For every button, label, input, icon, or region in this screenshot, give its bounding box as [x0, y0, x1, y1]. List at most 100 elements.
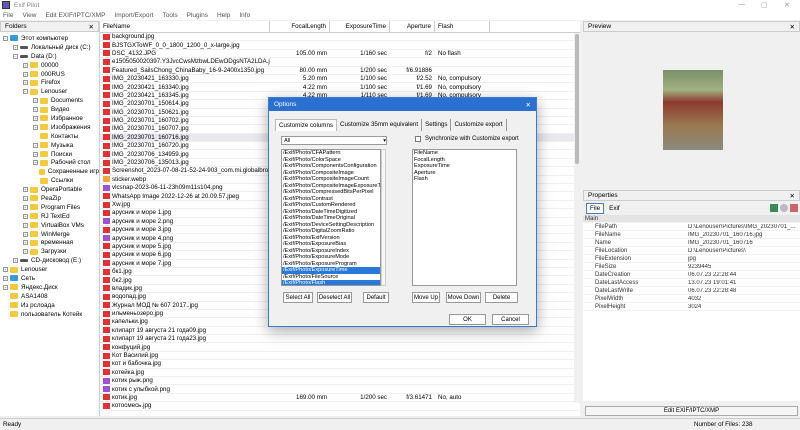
deselect-all-button[interactable]: Deselect All [317, 292, 352, 303]
sync-checkbox[interactable]: Synchronize with Customize export [415, 136, 519, 142]
tab-settings[interactable]: Settings [422, 119, 452, 131]
available-field-item[interactable]: /Exif/Photo/CompressedBitsPerPixel [282, 189, 380, 196]
table-row[interactable]: IMG_20230421_163340.jpg 4.22 mm 1/100 sec f… [100, 83, 580, 92]
table-row[interactable]: DSC_4132.JPG 105.00 mm 1/160 sec f/2 No flas… [100, 50, 580, 59]
tree-item[interactable]: + Загрузки [0, 247, 99, 256]
tree-item[interactable]: +00000 [0, 61, 99, 70]
tree-item[interactable]: + RJ TextEd [0, 212, 99, 221]
property-row[interactable]: FileName IMG_20230701_160716.jpg [583, 231, 800, 239]
file-list-scrollbar[interactable] [574, 33, 580, 403]
expand-toggle-icon[interactable]: + [33, 107, 38, 113]
table-row[interactable]: котик с улыбкой.png [100, 385, 580, 394]
property-row[interactable]: FilePath D:\Lenouser\Pictures\IMG_2023070… [583, 223, 800, 231]
tree-item[interactable]: + Изображения [0, 123, 99, 132]
tree-item[interactable]: + Рабочий стол [0, 158, 99, 167]
expand-toggle-icon[interactable]: − [13, 53, 18, 59]
tree-item[interactable]: +000RUS [0, 70, 99, 79]
menu-edit[interactable]: Edit EXIF/IPTC/XMP [45, 12, 105, 19]
expand-toggle-icon[interactable]: + [23, 249, 28, 255]
table-row[interactable]: кот и бабочка.jpg [100, 360, 580, 369]
filter-dropdown[interactable]: All ▾ [281, 136, 387, 145]
tree-item[interactable]: + OperaPortable [0, 185, 99, 194]
table-row[interactable]: e1505050020397.Y3JvcCwsMzbwLDEwODgsNTA2L… [100, 58, 580, 67]
grid-view-icon[interactable] [770, 204, 778, 212]
property-row[interactable]: DateLastAccess 13.07.23 19:01:41 [583, 279, 800, 287]
properties-close-icon[interactable]: ✕ [790, 192, 795, 200]
tree-item[interactable]: + временная [0, 238, 99, 247]
expand-toggle-icon[interactable]: + [23, 231, 28, 237]
selected-columns-list[interactable]: FileName FocalLength ExposureTime Aperture F… [412, 149, 517, 286]
property-row[interactable]: PixelHeight 3024 [583, 303, 800, 311]
menu-view[interactable]: View [22, 12, 36, 19]
tree-item[interactable]: + Видео [0, 105, 99, 114]
column-focallength[interactable]: FocalLength [270, 21, 330, 32]
folders-close-icon[interactable]: ✕ [89, 23, 94, 31]
column-flash[interactable]: Flash [435, 21, 490, 32]
tree-item[interactable]: + WinMerge [0, 230, 99, 239]
expand-toggle-icon[interactable]: + [3, 275, 8, 281]
table-row[interactable]: котейка.jpg [100, 369, 580, 378]
expand-toggle-icon[interactable]: + [33, 124, 38, 130]
table-row[interactable]: клипарт 19 августа 21 года23.jpg [100, 335, 580, 344]
tree-item[interactable]: + CD-дисковод (E:) [0, 256, 99, 265]
expand-toggle-icon[interactable]: + [3, 267, 8, 273]
table-row[interactable]: котик.jpg 169.00 mm 1/200 sec f/3.61471 No, … [100, 394, 580, 403]
menu-help[interactable]: Help [217, 12, 230, 19]
table-row[interactable]: Кот Василий.jpg [100, 352, 580, 361]
table-row[interactable]: background.jpg [100, 33, 580, 42]
table-row[interactable]: котик рыж.png [100, 377, 580, 386]
tree-item[interactable]: пользователь Котейк [0, 310, 99, 319]
expand-toggle-icon[interactable]: − [23, 89, 28, 95]
delete-button[interactable]: Delete [485, 292, 518, 303]
expand-toggle-icon[interactable]: + [33, 115, 38, 121]
property-row[interactable]: FileSize 9239445 [583, 263, 800, 271]
edit-exif-button[interactable]: Edit EXIF/IPTC/XMP [585, 406, 798, 416]
expand-toggle-icon[interactable]: + [13, 258, 18, 264]
tab-exif[interactable]: Exif [606, 204, 623, 213]
expand-toggle-icon[interactable]: + [23, 62, 28, 68]
menu-info[interactable]: Info [239, 12, 250, 19]
globe-icon[interactable] [780, 204, 788, 212]
menu-import-export[interactable]: Import/Export [114, 12, 153, 19]
preview-close-icon[interactable]: ✕ [790, 23, 795, 31]
available-fields-list[interactable]: /Exif/Photo/CFAPattern/Exif/Photo/ColorS… [281, 149, 381, 286]
tree-item[interactable]: Сохраненные игр [0, 167, 99, 176]
tree-item[interactable]: + Сеть [0, 274, 99, 283]
expand-toggle-icon[interactable]: + [23, 71, 28, 77]
column-filename[interactable]: FileName [100, 21, 270, 32]
maximize-button[interactable]: ▢ [761, 1, 768, 9]
property-row[interactable]: Name IMG_20230701_160716 [583, 239, 800, 247]
property-row[interactable]: PixelWidth 4032 [583, 295, 800, 303]
tree-item[interactable]: − Этот компьютер [0, 34, 99, 43]
expand-toggle-icon[interactable]: + [13, 44, 18, 50]
property-row[interactable]: DateCreation 06.07.23 22:28:44 [583, 271, 800, 279]
table-row[interactable]: котосмесь.jpg [100, 402, 580, 411]
tree-item[interactable]: + VirtualBox VMs [0, 221, 99, 230]
checkbox-icon[interactable] [415, 136, 421, 142]
expand-toggle-icon[interactable]: + [23, 222, 28, 228]
tree-item[interactable]: ASA1408 [0, 292, 99, 301]
expand-toggle-icon[interactable]: + [33, 160, 38, 166]
move-up-button[interactable]: Move Up [412, 292, 440, 303]
property-row[interactable]: FileExtension jpg [583, 255, 800, 263]
tree-item[interactable]: + Локальный диск (C:) [0, 43, 99, 52]
select-all-button[interactable]: Select All [283, 292, 313, 303]
expand-toggle-icon[interactable]: − [3, 35, 8, 41]
tab-customize-35mm[interactable]: Customize 35mm equivalent [337, 119, 423, 131]
menu-plugins[interactable]: Plugins [187, 12, 208, 19]
column-aperture[interactable]: Aperture [390, 21, 435, 32]
expand-toggle-icon[interactable]: + [33, 151, 38, 157]
tab-customize-export[interactable]: Customize export [451, 119, 507, 131]
close-button[interactable]: ✕ [784, 1, 790, 9]
table-row[interactable]: Featured_SailsChong_ChinaBaby_16-9-2400x… [100, 67, 580, 75]
menu-file[interactable]: File [3, 12, 13, 19]
tree-item[interactable]: Контакты [0, 132, 99, 141]
tree-item[interactable]: + Избранное [0, 114, 99, 123]
tree-item[interactable]: Из рслоада [0, 301, 99, 310]
tree-item[interactable]: + Поиски [0, 150, 99, 159]
minimize-button[interactable]: — [738, 1, 745, 8]
column-exposuretime[interactable]: ExposureTime [330, 21, 390, 32]
table-row[interactable]: конфуций.jpg [100, 343, 580, 352]
dialog-close-button[interactable]: ✕ [526, 101, 531, 109]
expand-toggle-icon[interactable]: + [23, 204, 28, 210]
